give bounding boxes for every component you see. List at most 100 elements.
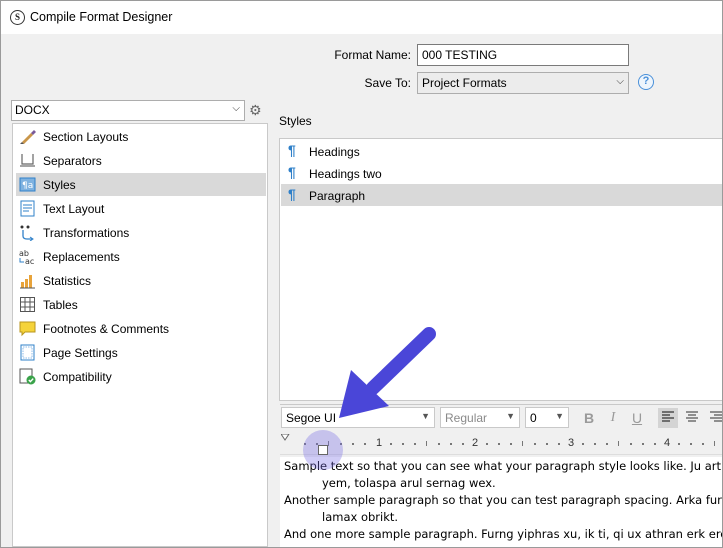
sidebar-item-label: Transformations	[43, 226, 130, 240]
left-indent-marker-icon[interactable]	[318, 445, 328, 455]
sidebar-item-page-settings[interactable]: Page Settings	[16, 341, 266, 364]
ruler-tick	[510, 443, 512, 445]
sidebar-item-label: Statistics	[43, 274, 92, 288]
align-right-button[interactable]	[706, 408, 722, 428]
format-type-value: DOCX	[15, 103, 50, 117]
format-name-input[interactable]: 000 TESTING	[417, 44, 629, 66]
ruler-tick	[486, 443, 488, 445]
ruler-number: 4	[664, 437, 671, 449]
compatibility-icon	[19, 368, 36, 385]
ruler-tick	[558, 443, 560, 445]
ruler-tick	[534, 443, 536, 445]
preview-line: yem, tolaspa arul sernag wex.	[322, 476, 496, 490]
chevron-down-icon: ⌵	[232, 103, 240, 114]
sidebar-item-separators[interactable]: Separators	[16, 149, 266, 172]
ruler-tick	[414, 443, 416, 445]
ruler-tick	[702, 443, 704, 445]
chevron-down-icon: ⌵	[616, 76, 624, 87]
sidebar-nav: Section Layouts Separators ¶a Styles Tex…	[12, 123, 268, 547]
page-settings-icon	[20, 344, 35, 361]
sidebar-item-label: Separators	[43, 154, 102, 168]
dropdown-arrow-icon: ▼	[555, 411, 564, 421]
style-preview[interactable]: Sample text so that you can see what you…	[280, 457, 723, 547]
sidebar-item-compatibility[interactable]: Compatibility	[16, 365, 266, 388]
styles-header: Styles	[279, 114, 312, 128]
help-icon[interactable]: ?	[638, 74, 654, 90]
save-to-value: Project Formats	[422, 76, 507, 90]
style-item-label: Headings two	[309, 167, 382, 181]
italic-button[interactable]: I	[603, 408, 623, 428]
section-layouts-icon	[20, 130, 36, 144]
save-to-label: Save To:	[364, 76, 411, 90]
sidebar-item-footnotes-comments[interactable]: Footnotes & Comments	[16, 317, 266, 340]
replacements-icon: abac	[19, 249, 34, 265]
sidebar-item-tables[interactable]: Tables	[16, 293, 266, 316]
dropdown-arrow-icon: ▼	[506, 411, 515, 421]
sidebar-item-transformations[interactable]: Transformations	[16, 221, 266, 244]
align-center-icon	[686, 411, 698, 422]
ruler-tick	[352, 443, 354, 445]
underline-button[interactable]: U	[627, 408, 647, 428]
sidebar-item-label: Text Layout	[43, 202, 105, 216]
ruler-tick	[450, 443, 452, 445]
ruler-number: 1	[376, 437, 383, 449]
separators-icon	[20, 154, 35, 167]
format-type-select[interactable]: DOCX ⌵	[11, 100, 245, 121]
bold-button[interactable]: B	[579, 408, 599, 428]
sidebar-item-label: Tables	[43, 298, 78, 312]
font-size-value: 0	[530, 411, 537, 425]
preview-line: lamax obrikt.	[322, 510, 399, 524]
sidebar-item-replacements[interactable]: ab ac Replacements	[16, 245, 266, 268]
ruler-tick	[582, 443, 584, 445]
ruler-number: 3	[568, 437, 575, 449]
preview-line: Sample text so that you can see what you…	[284, 459, 723, 473]
sidebar-item-label: Replacements	[43, 250, 120, 264]
style-item-label: Headings	[309, 145, 360, 159]
sidebar-item-label: Section Layouts	[43, 130, 129, 144]
align-center-button[interactable]	[682, 408, 702, 428]
svg-text:ac: ac	[25, 257, 34, 265]
ruler-number: 2	[472, 437, 479, 449]
statistics-icon	[20, 275, 35, 289]
sidebar-item-label: Footnotes & Comments	[43, 322, 170, 336]
sidebar-item-section-layouts[interactable]: Section Layouts	[16, 125, 266, 148]
tables-icon	[20, 297, 35, 312]
sidebar-item-text-layout[interactable]: Text Layout	[16, 197, 266, 220]
font-size-select[interactable]: 0 ▼	[525, 407, 569, 428]
sidebar-item-statistics[interactable]: Statistics	[16, 269, 266, 292]
preview-line: Another sample paragraph so that you can…	[284, 493, 723, 507]
font-weight-value: Regular	[445, 411, 488, 425]
style-item-headings[interactable]: ¶ Headings	[281, 140, 722, 162]
compile-format-designer-window: S Compile Format Designer Format Name: 0…	[0, 0, 723, 548]
ruler-tick	[522, 441, 523, 446]
style-item-label: Paragraph	[309, 189, 366, 203]
ruler-tick	[364, 443, 366, 445]
ruler-tick	[606, 443, 608, 445]
save-to-select[interactable]: Project Formats ⌵	[417, 72, 629, 94]
ruler-tick	[630, 443, 632, 445]
sidebar-item-label: Compatibility	[43, 370, 112, 384]
format-name-label: Format Name:	[334, 48, 411, 62]
title-bar: S Compile Format Designer	[1, 1, 722, 34]
style-item-paragraph[interactable]: ¶ Paragraph	[281, 184, 722, 206]
footnotes-icon	[19, 321, 36, 337]
ruler[interactable]: 1 2 3 4	[280, 431, 722, 455]
first-line-indent-marker-icon[interactable]	[281, 434, 291, 442]
ruler-tick	[462, 443, 464, 445]
svg-text:¶a: ¶a	[22, 181, 33, 191]
sidebar-item-styles[interactable]: ¶a Styles	[16, 173, 266, 196]
ruler-tick	[426, 441, 427, 446]
style-item-headings-two[interactable]: ¶ Headings two	[281, 162, 722, 184]
ruler-tick	[678, 443, 680, 445]
transformations-icon	[20, 225, 34, 241]
font-weight-select[interactable]: Regular ▼	[440, 407, 520, 428]
gear-icon[interactable]: ⚙	[249, 102, 262, 119]
align-left-button[interactable]	[658, 408, 678, 428]
annotation-arrow-icon	[339, 327, 436, 418]
align-left-icon	[662, 411, 674, 422]
ruler-tick	[402, 443, 404, 445]
sidebar-item-label: Page Settings	[43, 346, 118, 360]
ruler-tick	[594, 443, 596, 445]
ruler-tick	[690, 443, 692, 445]
ruler-tick	[618, 441, 619, 446]
